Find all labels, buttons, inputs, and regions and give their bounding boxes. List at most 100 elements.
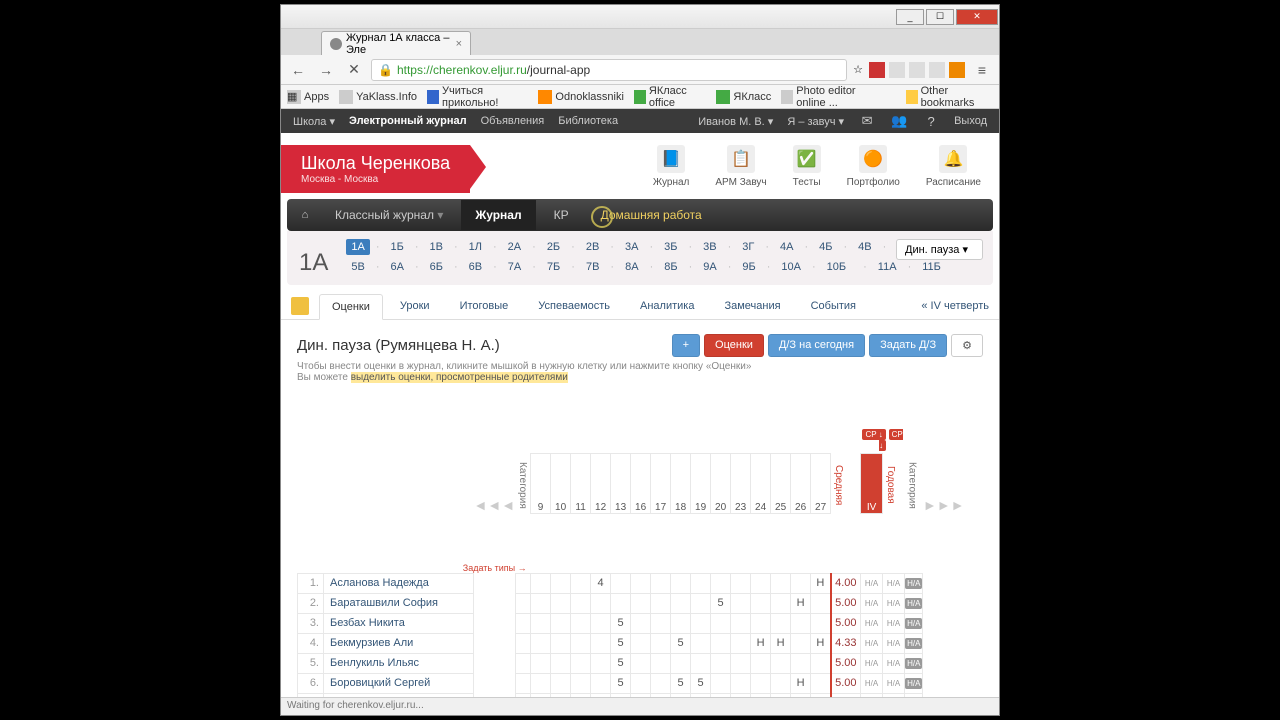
set-hw-button[interactable]: Задать Д/З [869,334,947,357]
grade-cell[interactable] [731,573,751,593]
bookmark[interactable]: Photo editor online ... [781,85,885,109]
grade-cell[interactable] [731,593,751,613]
mail-icon[interactable]: ✉ [858,112,876,130]
class-10Б[interactable]: 10Б [822,259,851,275]
user-menu[interactable]: Иванов М. В. ▾ [698,115,773,128]
tab-remarks[interactable]: Замечания [711,293,793,319]
grade-cell[interactable] [551,573,571,593]
day-header[interactable]: 27 [811,453,831,513]
subnav-item[interactable]: Домашняя работа [587,200,716,230]
day-header[interactable]: 10 [551,453,571,513]
grade-cell[interactable] [791,613,811,633]
grade-cell[interactable] [691,593,711,613]
grade-cell[interactable] [791,573,811,593]
grade-cell[interactable] [671,653,691,673]
grades-button[interactable]: Оценки [704,334,764,357]
grade-cell[interactable] [571,613,591,633]
scroll-left[interactable]: ◄◄◄ [474,453,516,513]
grade-cell[interactable] [811,653,831,673]
ext-icon[interactable] [929,62,945,78]
help-icon[interactable]: ? [922,112,940,130]
class-3А[interactable]: 3А [620,239,643,255]
ext-icon[interactable] [949,62,965,78]
grade-cell[interactable]: Н [791,593,811,613]
grade-cell[interactable] [611,593,631,613]
day-header[interactable]: 19 [691,453,711,513]
grade-cell[interactable] [551,593,571,613]
class-4А[interactable]: 4А [775,239,798,255]
class-2А[interactable]: 2А [503,239,526,255]
grade-cell[interactable] [551,633,571,653]
grade-cell[interactable] [631,573,651,593]
grade-cell[interactable]: 5 [611,673,631,693]
class-1В[interactable]: 1В [425,239,448,255]
scroll-right[interactable]: ►►► [923,453,965,513]
grade-cell[interactable] [591,613,611,633]
grade-cell[interactable] [651,653,671,673]
grade-cell[interactable] [711,633,731,653]
grade-cell[interactable]: 5 [611,653,631,673]
bookmark[interactable]: YaKlass.Info [339,90,417,104]
tab-final[interactable]: Итоговые [447,293,522,319]
school-logo[interactable]: Школа Черенкова Москва - Москва [281,145,470,193]
bookmark[interactable]: ЯКласс office [634,85,706,109]
subnav-item[interactable]: КР [540,200,583,230]
grade-cell[interactable] [631,633,651,653]
grade-cell[interactable] [691,633,711,653]
set-types-link[interactable]: Задать типы → [298,513,531,573]
browser-tab[interactable]: Журнал 1А класса – Эле × [321,31,471,55]
grade-cell[interactable] [711,613,731,633]
grade-cell[interactable] [691,613,711,633]
stop-button[interactable]: ✕ [343,59,365,81]
bookmark[interactable]: ЯКласс [716,90,771,104]
grade-cell[interactable] [651,593,671,613]
grade-cell[interactable]: Н [811,573,831,593]
grade-cell[interactable] [631,613,651,633]
maximize-button[interactable]: ☐ [926,9,954,25]
add-button[interactable]: + [672,334,700,357]
class-2В[interactable]: 2В [581,239,604,255]
class-11Б[interactable]: 11Б [917,259,946,275]
grade-cell[interactable] [531,653,551,673]
grade-cell[interactable] [751,673,771,693]
tab-progress[interactable]: Успеваемость [525,293,623,319]
logout-link[interactable]: Выход [954,115,987,127]
class-7В[interactable]: 7В [581,259,604,275]
class-9А[interactable]: 9А [698,259,721,275]
day-header[interactable]: 26 [791,453,811,513]
grade-cell[interactable] [731,653,751,673]
day-header[interactable]: 23 [731,453,751,513]
grade-cell[interactable] [551,673,571,693]
class-5В[interactable]: 5В [346,259,369,275]
student-name[interactable]: Безбах Никита [324,613,474,633]
grade-cell[interactable] [531,593,551,613]
subject-select[interactable]: Дин. пауза ▾ [896,239,983,260]
day-header[interactable]: 24 [751,453,771,513]
grade-cell[interactable] [571,633,591,653]
grade-cell[interactable]: 5 [691,673,711,693]
grade-cell[interactable] [551,653,571,673]
hw-today-button[interactable]: Д/З на сегодня [768,334,865,357]
grade-cell[interactable] [771,593,791,613]
url-input[interactable]: 🔒 https://cherenkov.eljur.ru/journal-app [371,59,847,81]
tab-close-icon[interactable]: × [456,38,462,50]
nav-item[interactable]: Библиотека [558,115,618,127]
grade-cell[interactable] [671,613,691,633]
grade-cell[interactable] [691,653,711,673]
class-6А[interactable]: 6А [386,259,409,275]
nav-item[interactable]: Объявления [481,115,545,127]
grade-cell[interactable] [711,573,731,593]
grade-cell[interactable] [571,573,591,593]
day-header[interactable]: 11 [571,453,591,513]
app-АРМ Завуч[interactable]: 📋АРМ Завуч [715,145,766,188]
app-Расписание[interactable]: 🔔Расписание [926,145,981,188]
grade-cell[interactable] [631,593,651,613]
grade-cell[interactable] [751,573,771,593]
ext-icon[interactable] [889,62,905,78]
grade-cell[interactable] [711,673,731,693]
nav-item[interactable]: Школа ▾ [293,115,335,128]
subnav-item[interactable]: Журнал [461,200,535,230]
grade-cell[interactable] [731,613,751,633]
grade-cell[interactable] [791,633,811,653]
grade-cell[interactable]: Н [751,633,771,653]
